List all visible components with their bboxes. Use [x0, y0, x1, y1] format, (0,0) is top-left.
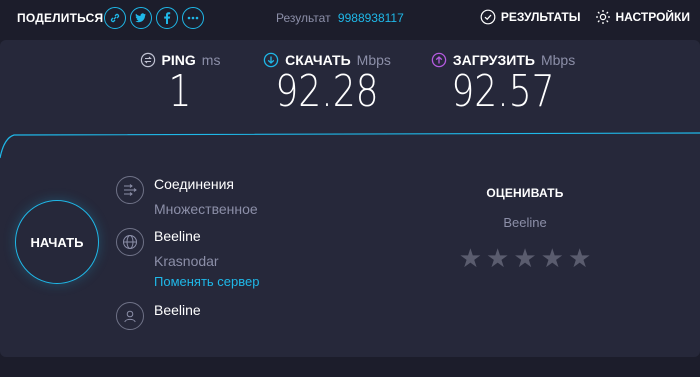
download-metric: СКАЧАТЬ Mbps 92.28 — [262, 52, 392, 116]
server-isp: Beeline — [154, 228, 201, 244]
rating-isp: Beeline — [503, 215, 547, 230]
upload-value: 92.57 — [451, 66, 555, 117]
settings-label: НАСТРОЙКИ — [615, 10, 690, 24]
results-label: РЕЗУЛЬТАТЫ — [500, 10, 581, 24]
speed-graph-line — [0, 132, 700, 159]
link-icon[interactable] — [104, 7, 126, 29]
star-5-icon[interactable]: ★ — [568, 245, 591, 271]
ping-icon — [140, 52, 156, 68]
rating-panel: ОЦЕНИВАТЬ Beeline ★ ★ ★ ★ ★ — [440, 186, 610, 271]
facebook-icon[interactable] — [156, 7, 178, 29]
user-icon — [116, 302, 144, 330]
share-icons — [104, 7, 204, 29]
connections-mode[interactable]: Множественное — [154, 201, 258, 217]
star-4-icon[interactable]: ★ — [541, 245, 564, 271]
settings-button[interactable]: НАСТРОЙКИ — [595, 9, 690, 25]
main-panel: PING ms 1 СКАЧАТЬ Mbps 92.28 ЗАГРУЗИТЬ M… — [0, 40, 700, 357]
share-label: ПОДЕЛИТЬСЯ — [17, 11, 104, 25]
top-bar: ПОДЕЛИТЬСЯ Результат 9988938117 РЕЗУЛЬТА… — [0, 0, 700, 38]
star-1-icon[interactable]: ★ — [459, 245, 482, 271]
connections-info: Соединения Множественное — [116, 176, 258, 217]
check-circle-icon — [480, 9, 496, 25]
connections-title: Соединения — [154, 176, 235, 192]
globe-icon — [116, 228, 144, 256]
top-nav: РЕЗУЛЬТАТЫ НАСТРОЙКИ — [480, 9, 690, 25]
star-3-icon[interactable]: ★ — [513, 245, 536, 271]
rating-stars: ★ ★ ★ ★ ★ — [440, 245, 610, 271]
upload-metric: ЗАГРУЗИТЬ Mbps 92.57 — [428, 52, 578, 116]
connections-icon — [116, 176, 144, 204]
download-value: 92.28 — [275, 66, 379, 117]
more-icon[interactable] — [182, 7, 204, 29]
change-server-link[interactable]: Поменять сервер — [154, 274, 259, 290]
host-isp: Beeline — [154, 302, 201, 318]
ping-metric: PING ms 1 — [134, 52, 226, 116]
rating-title: ОЦЕНИВАТЬ — [486, 186, 564, 200]
star-2-icon[interactable]: ★ — [486, 245, 509, 271]
gear-icon — [595, 10, 610, 24]
ping-unit: ms — [201, 52, 221, 68]
result-info: Результат 9988938117 — [276, 11, 404, 25]
results-button[interactable]: РЕЗУЛЬТАТЫ — [480, 9, 581, 25]
server-city: Krasnodar — [154, 253, 219, 269]
start-button[interactable]: НАЧАТЬ — [15, 200, 99, 284]
ping-value: 1 — [168, 66, 192, 117]
result-label: Результат — [276, 11, 331, 25]
twitter-icon[interactable] — [130, 7, 152, 29]
host-info: Beeline — [116, 302, 201, 330]
result-id-link[interactable]: 9988938117 — [338, 11, 404, 25]
server-info: Beeline Krasnodar Поменять сервер — [116, 228, 259, 290]
upload-icon — [431, 52, 447, 68]
